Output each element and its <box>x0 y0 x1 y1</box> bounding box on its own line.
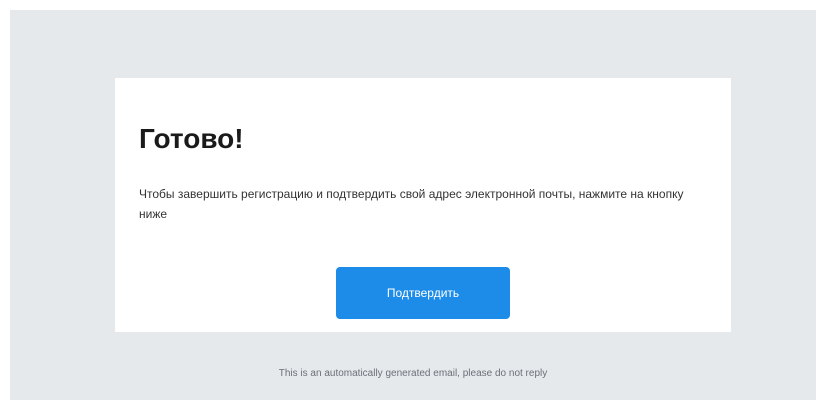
email-background: Готово! Чтобы завершить регистрацию и по… <box>10 10 816 400</box>
card-body-text: Чтобы завершить регистрацию и подтвердит… <box>139 187 684 221</box>
confirm-button[interactable]: Подтвердить <box>336 267 510 319</box>
footer-note: This is an automatically generated email… <box>278 368 548 379</box>
card-heading: Готово! <box>139 123 244 154</box>
confirmation-card: Готово! Чтобы завершить регистрацию и по… <box>115 78 731 332</box>
